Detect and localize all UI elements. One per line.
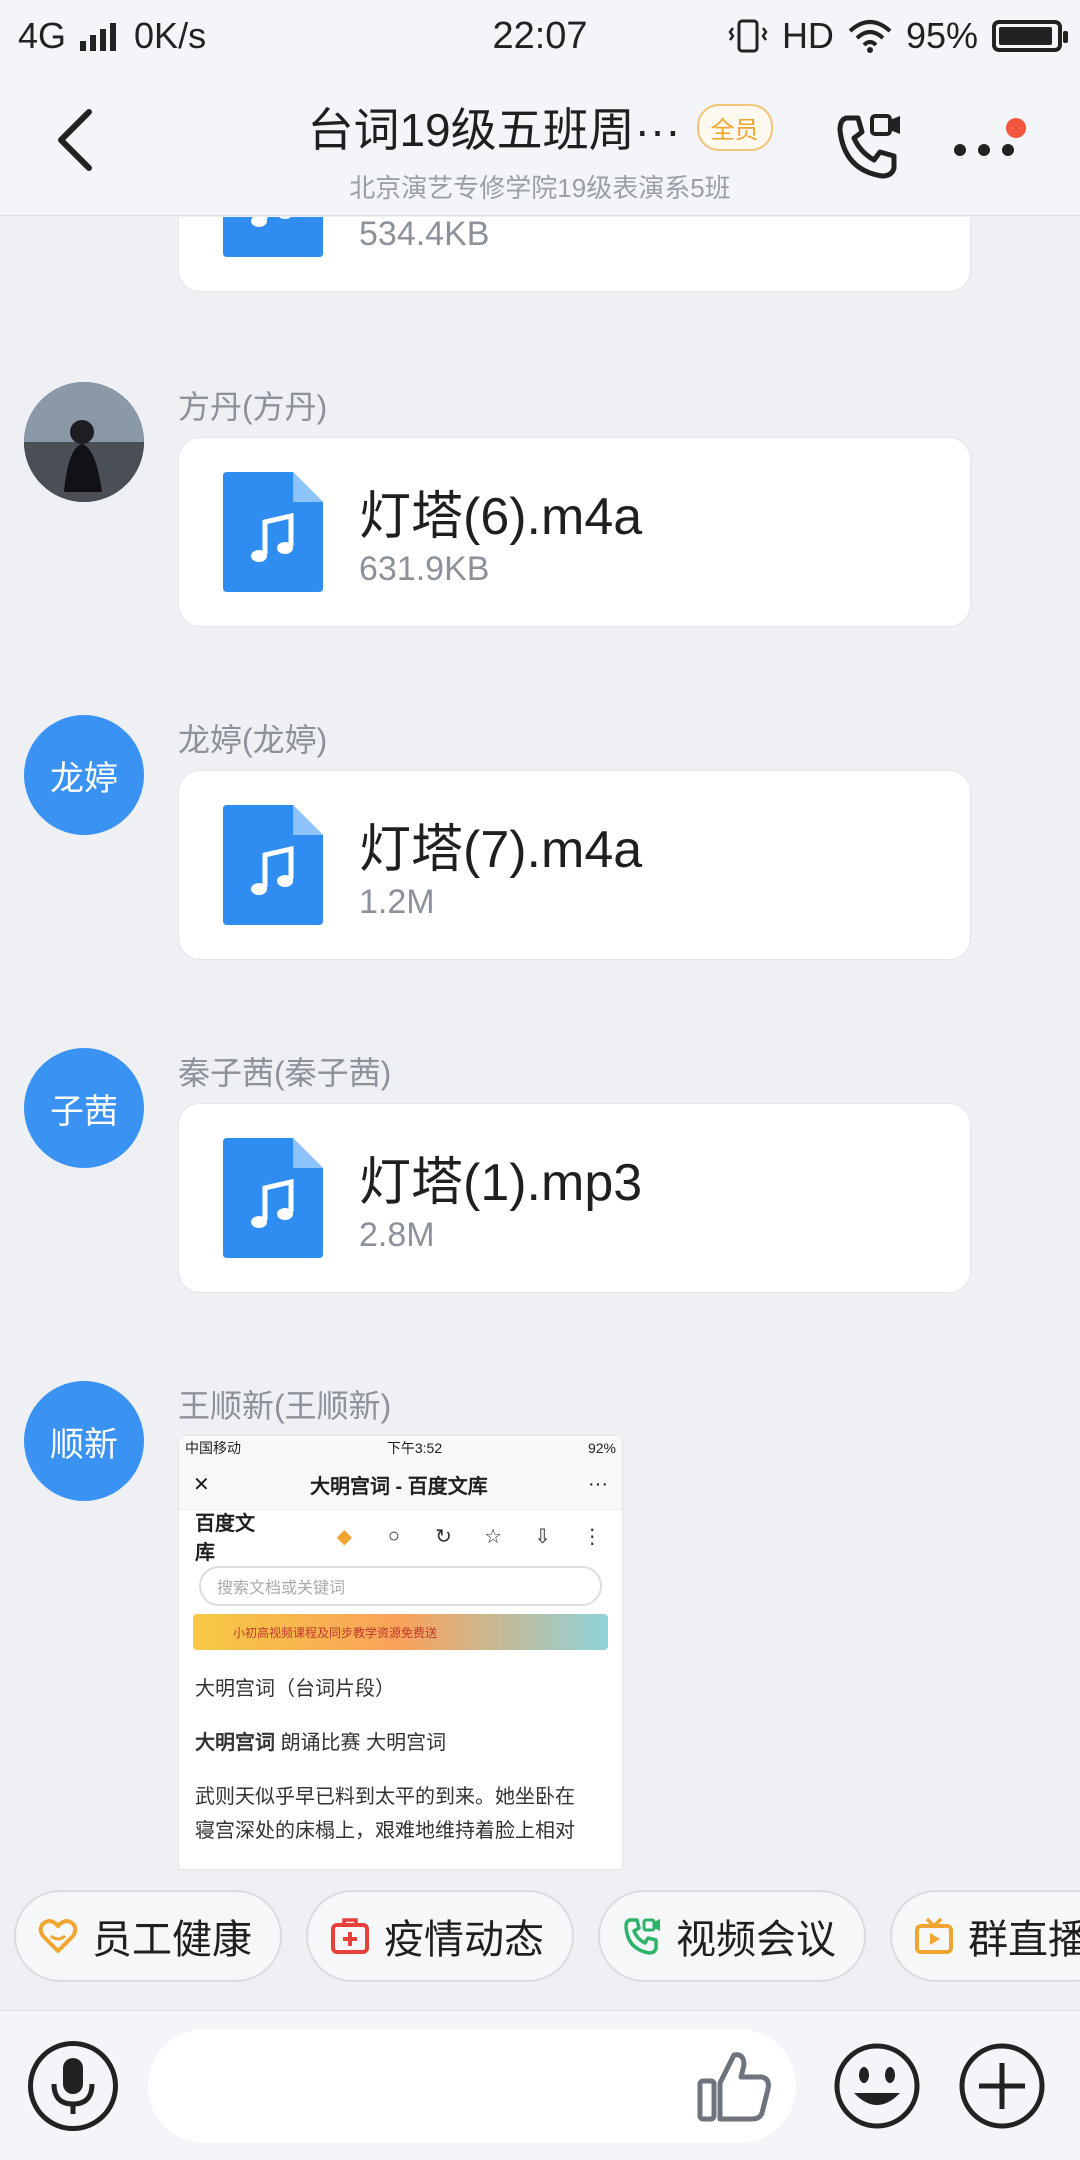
network-speed: 0K/s [134, 15, 207, 56]
screenshot-line: 大明宫词（台词片段） [195, 1678, 395, 1700]
person-photo-icon [24, 382, 144, 502]
page-subtitle: 北京演艺专修学院19级表演系5班 [349, 173, 731, 203]
screenshot-toolbar: 百度文库 ◆ ○ ↻ ☆ ⇩ ⋮ [179, 1510, 622, 1564]
video-call-icon [624, 1918, 660, 1955]
emoji-button[interactable] [832, 2041, 922, 2131]
add-button[interactable] [957, 2041, 1047, 2131]
screenshot-title: 大明宫词 - 百度文库 [310, 1476, 488, 1498]
quick-action-epidemic[interactable]: 疫情动态 [306, 1890, 574, 1982]
screenshot-carrier: 中国移动 [185, 1440, 241, 1456]
close-icon: ✕ [193, 1474, 210, 1496]
battery-fill [999, 27, 1053, 45]
avatar[interactable]: 顺新 [24, 1381, 144, 1501]
audio-file-icon [223, 805, 323, 925]
heart-icon [38, 1919, 78, 1953]
network-label: 4G [18, 15, 67, 56]
sender-name: 龙婷(龙婷) [178, 722, 328, 758]
signal-icon [80, 23, 117, 51]
title-area[interactable]: 台词19级五班周··· 全员 北京演艺专修学院19级表演系5班 [220, 94, 860, 205]
message-list[interactable]: 534.4KB 方丹(方丹) 灯塔(6).m4a 631.9KB 龙婷 龙婷(龙… [0, 217, 1080, 1870]
sender-name: 王顺新(王顺新) [178, 1388, 392, 1424]
audio-file-icon [223, 1138, 323, 1258]
screenshot-nav: ✕ 大明宫词 - 百度文库 ··· [179, 1460, 622, 1510]
download-icon: ⇩ [534, 1525, 552, 1548]
screenshot-line-rest: 朗诵比赛 大明宫词 [280, 1732, 447, 1754]
file-name: 灯塔(7).m4a [359, 821, 643, 879]
status-bar: 4G 0K/s 22:07 HD 95% [0, 0, 1080, 72]
screenshot-line: 武则天似乎早已料到太平的到来。她坐卧在 [195, 1786, 575, 1808]
quick-action-health[interactable]: 员工健康 [14, 1890, 282, 1982]
avatar[interactable] [24, 382, 144, 502]
voice-button[interactable] [28, 2041, 118, 2131]
input-bar [0, 2010, 1080, 2160]
sender-name: 秦子茜(秦子茜) [178, 1055, 392, 1091]
all-members-badge: 全员 [696, 103, 773, 151]
menu-icon: ⋮ [582, 1525, 603, 1548]
share-icon: ↻ [435, 1525, 452, 1548]
image-message[interactable]: 中国移动 下午3:52 92% ✕ 大明宫词 - 百度文库 ··· 百度文库 ◆… [178, 1435, 623, 1870]
sender-name: 方丹(方丹) [178, 389, 328, 425]
first-aid-icon [331, 1918, 369, 1954]
file-size: 2.8M [359, 1216, 435, 1254]
file-size: 534.4KB [359, 217, 490, 253]
quick-action-live[interactable]: 群直播 [890, 1890, 1080, 1982]
quick-action-label: 群直播 [968, 1918, 1080, 1962]
audio-file-icon [223, 472, 323, 592]
battery-icon [992, 20, 1068, 52]
notification-dot [1006, 118, 1026, 138]
file-size: 1.2M [359, 883, 435, 921]
battery-percent: 95% [905, 15, 978, 56]
file-name: 灯塔(6).m4a [359, 488, 643, 546]
tv-icon [915, 1917, 953, 1954]
quick-action-video-meeting[interactable]: 视频会议 [598, 1890, 866, 1982]
screenshot-banner: 小初高视频课程及同步教学资源免费送 [193, 1614, 608, 1650]
vibrate-icon [728, 19, 768, 53]
star-icon: ☆ [484, 1525, 503, 1548]
smiley-icon [834, 2043, 920, 2129]
search-icon: ○ [387, 1524, 400, 1547]
screenshot-status-bar: 中国移动 下午3:52 92% [179, 1436, 622, 1460]
wifi-icon [848, 20, 892, 53]
diamond-icon: ◆ [336, 1525, 353, 1548]
quick-action-label: 视频会议 [676, 1918, 836, 1962]
avatar[interactable]: 龙婷 [24, 715, 144, 835]
chevron-left-icon [58, 109, 92, 171]
hd-label: HD [781, 15, 834, 56]
phone-video-icon [837, 114, 900, 179]
thumbs-up-icon [697, 2052, 771, 2122]
screenshot-brand: 百度文库 [195, 1513, 255, 1564]
quick-action-label: 疫情动态 [384, 1918, 544, 1962]
file-message-card[interactable]: 灯塔(6).m4a 631.9KB [178, 437, 971, 627]
status-right: HD 95% [728, 15, 1068, 57]
file-name: 灯塔(1).mp3 [359, 1154, 643, 1212]
audio-file-icon [223, 217, 323, 257]
chat-header: 台词19级五班周··· 全员 北京演艺专修学院19级表演系5班 [0, 72, 1080, 216]
file-message-card[interactable]: 灯塔(1).mp3 2.8M [178, 1103, 971, 1293]
screenshot-line-bold: 大明宫词 [195, 1732, 275, 1754]
screenshot-line: 大明宫词 朗诵比赛 大明宫词 [179, 1726, 622, 1760]
page-title: 台词19级五班周··· [307, 104, 681, 156]
plus-icon [959, 2043, 1045, 2129]
status-left: 4G 0K/s [18, 15, 206, 57]
quick-action-label: 员工健康 [92, 1918, 252, 1962]
screenshot-search: 搜索文档或关键词 [199, 1566, 602, 1606]
like-button[interactable] [694, 2047, 774, 2127]
more-icon: ··· [588, 1473, 608, 1495]
file-size: 631.9KB [359, 550, 490, 588]
quick-actions-bar: 员工健康 疫情动态 视频会议 群直播 [0, 1874, 1080, 1998]
avatar[interactable]: 子茜 [24, 1048, 144, 1168]
screenshot-battery: 92% [587, 1440, 616, 1456]
file-message-card[interactable]: 灯塔(7).m4a 1.2M [178, 770, 971, 960]
microphone-icon [51, 2058, 95, 2114]
call-button[interactable] [832, 110, 904, 182]
file-message-card[interactable]: 534.4KB [178, 217, 971, 292]
more-button[interactable] [950, 112, 1030, 182]
back-button[interactable] [40, 100, 110, 180]
screenshot-line: 寝宫深处的床榻上，艰难地维持着脸上相对 [195, 1820, 575, 1842]
screenshot-time: 下午3:52 [386, 1440, 443, 1456]
